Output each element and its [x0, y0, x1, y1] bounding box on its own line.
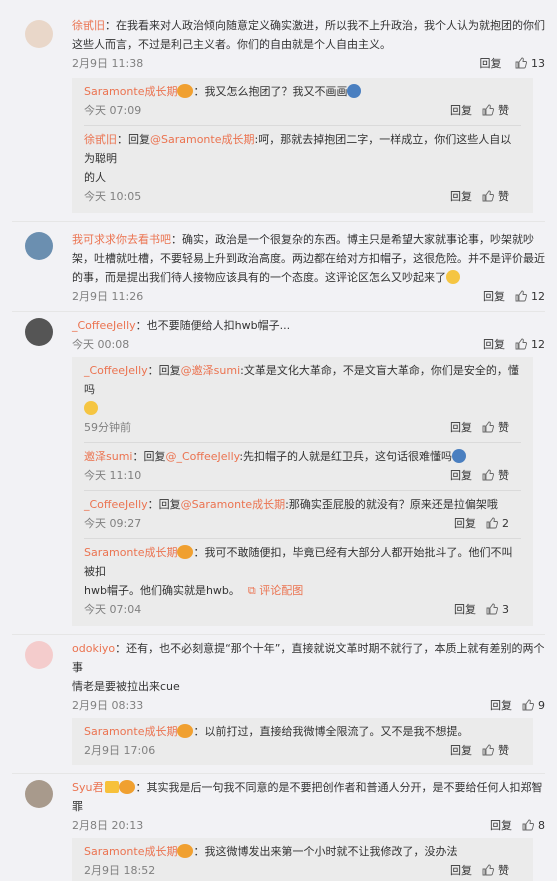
reply-button[interactable]: 回复	[480, 54, 502, 74]
like-button[interactable]: 赞	[482, 418, 509, 438]
badge-icon	[177, 844, 194, 858]
reply-button[interactable]: 回复	[450, 418, 472, 438]
username-link[interactable]: Saramonte成长期	[84, 85, 177, 98]
comment-text: 徐甙旧：在我看来对人政治倾向随意定义确实激进，所以我不上升政治，我个人认为就抱团…	[72, 19, 545, 32]
reply-item: 邀泽sumi：回复@_CoffeeJelly:先扣帽子的人就是红卫兵，这句话很难…	[72, 443, 533, 486]
thumb-up-icon	[486, 603, 498, 615]
badge-icon	[177, 84, 194, 98]
reply-button[interactable]: 回复	[450, 741, 472, 761]
like-button[interactable]: 2	[486, 514, 509, 534]
reply-item: 徐甙旧：回复@Saramonte成长期:呵，那就去掉抱团二字，一样成立，你们这些…	[72, 126, 533, 207]
username-link[interactable]: 邀泽sumi	[84, 450, 132, 463]
reply-button[interactable]: 回复	[450, 466, 472, 486]
username-link[interactable]: 徐甙旧	[72, 19, 105, 32]
like-button[interactable]: 8	[522, 816, 545, 836]
avatar[interactable]	[25, 641, 53, 669]
reply-item: Saramonte成长期 ：我又怎么抱团了？我又不画画 今天 07:09 回复赞	[72, 78, 533, 121]
reply-item: _CoffeeJelly：回复@邀泽sumi:文革是文化大革命，不是文盲大革命，…	[72, 357, 533, 438]
reply-button[interactable]: 回复	[450, 101, 472, 121]
thumb-up-icon	[522, 699, 534, 711]
emoji-icon	[347, 84, 362, 98]
reply-button[interactable]: 回复	[450, 187, 472, 207]
reply-item: Saramonte成长期 ：以前打过，直接给我微博全限流了。又不是我不想提。 2月…	[72, 718, 533, 761]
username-link[interactable]: Saramonte成长期	[84, 725, 177, 738]
username-link[interactable]: _CoffeeJelly	[84, 498, 148, 511]
avatar[interactable]	[25, 232, 53, 260]
username-link[interactable]: _CoffeeJelly	[84, 364, 148, 377]
thumb-up-icon	[482, 421, 494, 433]
like-button[interactable]: 赞	[482, 741, 509, 761]
like-button[interactable]: 9	[522, 696, 545, 716]
like-button[interactable]: 13	[515, 54, 545, 74]
reply-thread: Saramonte成长期 ：我又怎么抱团了？我又不画画 今天 07:09 回复赞 徐…	[72, 78, 533, 213]
thumb-up-icon	[482, 190, 494, 202]
like-button[interactable]: 12	[515, 335, 545, 355]
comment-item: _CoffeeJelly：也不要随便给人扣hwb帽子... 今天 00:08 回复…	[0, 312, 557, 635]
vip-badge-icon	[105, 781, 120, 793]
username-link[interactable]: odokiyo	[72, 642, 115, 655]
reply-item: _CoffeeJelly：回复@Saramonte成长期:那确实歪屁股的就没有？…	[72, 491, 533, 534]
reply-thread: _CoffeeJelly：回复@邀泽sumi:文革是文化大革命，不是文盲大革命，…	[72, 357, 533, 626]
username-link[interactable]: 我可求求你去看书吧	[72, 233, 171, 246]
comment-meta: 2月9日 11:38 回复 13	[72, 54, 545, 74]
username-link[interactable]: Saramonte成长期	[84, 546, 177, 559]
comment-list: 徐甙旧：在我看来对人政治倾向随意定义确实激进，所以我不上升政治，我个人认为就抱团…	[0, 0, 557, 881]
reply-thread: Saramonte成长期 ：以前打过，直接给我微博全限流了。又不是我不想提。 2月…	[72, 718, 533, 765]
reply-button[interactable]: 回复	[490, 816, 512, 836]
thumb-up-icon	[515, 290, 527, 302]
username-link[interactable]: Syu君	[72, 781, 103, 794]
emoji-icon	[446, 270, 460, 284]
mention-link[interactable]: @邀泽sumi	[181, 364, 240, 377]
mention-link[interactable]: @Saramonte成长期	[150, 133, 254, 146]
mention-link[interactable]: @Saramonte成长期	[181, 498, 285, 511]
timestamp: 2月9日 11:38	[72, 57, 144, 70]
comment-item: odokiyo：还有，也不必刻意提“那个十年”，直接就说文革时期不就行了，本质上…	[0, 635, 557, 774]
username-link[interactable]: 徐甙旧	[84, 133, 117, 146]
reply-button[interactable]: 回复	[454, 600, 476, 620]
badge-icon	[177, 545, 194, 559]
username-link[interactable]: Saramonte成长期	[84, 845, 177, 858]
like-button[interactable]: 赞	[482, 101, 509, 121]
thumb-up-icon	[515, 338, 527, 350]
thumb-up-icon	[482, 744, 494, 756]
reply-button[interactable]: 回复	[454, 514, 476, 534]
reply-button[interactable]: 回复	[490, 696, 512, 716]
comment-item: 徐甙旧：在我看来对人政治倾向随意定义确实激进，所以我不上升政治，我个人认为就抱团…	[0, 0, 557, 222]
thumb-up-icon	[515, 57, 527, 69]
reply-button[interactable]: 回复	[483, 335, 505, 355]
badge-icon	[177, 724, 194, 738]
thumb-up-icon	[482, 864, 494, 876]
emoji-icon	[84, 401, 98, 415]
like-button[interactable]: 赞	[482, 861, 509, 881]
badge-icon	[119, 780, 136, 794]
comment-item: 我可求求你去看书吧：确实，政治是一个很复杂的东西。博主只是希望大家就事论事，吵架…	[0, 222, 557, 312]
like-button[interactable]: 赞	[482, 187, 509, 207]
thumb-up-icon	[522, 819, 534, 831]
comment-item: Syu君 ：其实我是后一句我不同意的是不要把创作者和普通人分开，是不要给任何人扣郑…	[0, 774, 557, 881]
comment-image-link[interactable]: ⧉ 评论配图	[248, 584, 303, 597]
username-link[interactable]: _CoffeeJelly	[72, 319, 136, 332]
reply-item: Saramonte成长期 ：我这微博发出来第一个小时就不让我修改了，没办法 2月9…	[72, 838, 533, 881]
like-button[interactable]: 赞	[482, 466, 509, 486]
like-button[interactable]: 3	[486, 600, 509, 620]
thumb-up-icon	[482, 104, 494, 116]
thumb-up-icon	[482, 469, 494, 481]
reply-item: Saramonte成长期 ：我可不敢随便扣，毕竟已经有大部分人都开始批斗了。他们不…	[72, 539, 533, 620]
mention-link[interactable]: @_CoffeeJelly	[165, 450, 239, 463]
reply-button[interactable]: 回复	[450, 861, 472, 881]
avatar[interactable]	[25, 20, 53, 48]
reply-button[interactable]: 回复	[483, 287, 505, 307]
emoji-icon	[452, 449, 467, 463]
thumb-up-icon	[486, 517, 498, 529]
like-button[interactable]: 12	[515, 287, 545, 307]
reply-thread: Saramonte成长期 ：我这微博发出来第一个小时就不让我修改了，没办法 2月9…	[72, 838, 533, 881]
avatar[interactable]	[25, 318, 53, 346]
